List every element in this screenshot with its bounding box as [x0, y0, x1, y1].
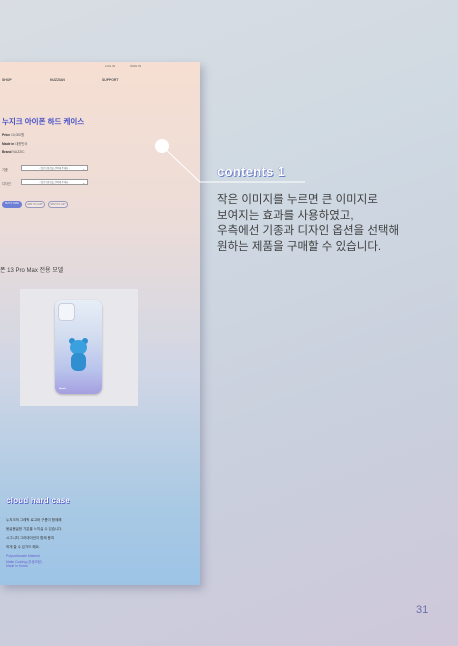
callout-connector: [161, 145, 305, 183]
description-line: 보여지는 효과를 사용하였고,: [217, 209, 354, 222]
section-title: contents 1: [217, 164, 286, 179]
description-line: 원하는 제품을 구매할 수 있습니다.: [217, 240, 382, 253]
callout-dot: [155, 139, 169, 153]
description-line: 우측에선 기종과 디자인 옵션을 선택해: [217, 225, 400, 238]
description-line: 작은 이미지를 누르면 큰 이미지로: [217, 194, 378, 206]
page-number: 31: [416, 604, 429, 616]
section-description: 작은 이미지를 누르면 큰 이미지로 보여지는 효과를 사용하였고, 우측에선 …: [217, 193, 447, 255]
